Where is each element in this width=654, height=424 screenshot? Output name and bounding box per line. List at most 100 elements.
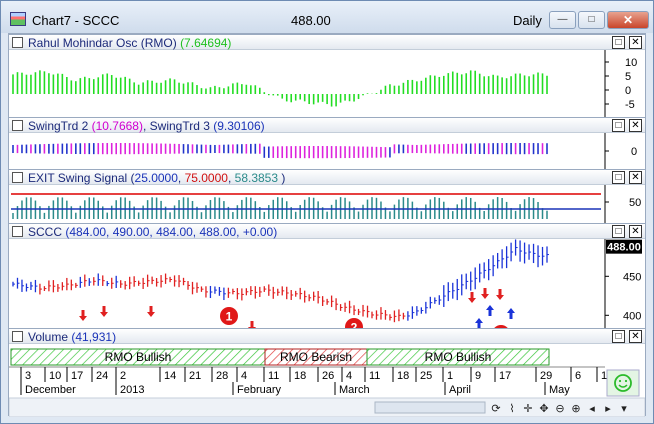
volume-pane-header: Volume (41,931) □ ✕ [9,328,645,344]
buy-arrow-icon [486,305,494,316]
volume-maximize-icon[interactable]: □ [612,330,625,343]
price-close-icon[interactable]: ✕ [629,225,642,238]
rmo-maximize-icon[interactable]: □ [612,36,625,49]
signal-band-bull: RMO Bullish [10,348,266,366]
day-label: 4 [346,370,352,382]
swing-checkbox[interactable] [12,120,23,131]
chart-content: Rahul Mohindar Osc (RMO) (7.64694) □ ✕ 1… [8,33,646,417]
signal-band-label: RMO Bearish [280,350,352,364]
swing-maximize-icon[interactable]: □ [612,119,625,132]
sell-arrow-icon [100,306,108,317]
month-label: February [237,384,282,396]
day-label: 26 [322,370,334,382]
draw-icon[interactable]: ⌇ [509,402,514,415]
price-tick-label: 450 [623,271,641,283]
sell-arrow-icon [248,321,256,328]
buy-arrow-shape [486,305,494,316]
swing-name-2: SwingTrd 3 [149,119,210,133]
exit-maximize-icon[interactable]: □ [612,171,625,184]
swing-pane-header: SwingTrd 2 (10.7668), SwingTrd 3 (9.3010… [9,117,645,133]
signal-marker-label: 2 [351,321,358,329]
rmo-tick-label: 5 [625,71,631,83]
close-button[interactable]: ✕ [607,11,649,29]
last-price: 488.00 [291,13,331,28]
exit-checkbox[interactable] [12,172,23,183]
chart-window: Chart7 - SCCC 488.00 Daily — □ ✕ Rahul M… [0,0,654,424]
sync-icon[interactable]: ⟳ [491,402,500,415]
month-label: April [449,384,471,396]
minimize-button[interactable]: — [549,11,576,29]
signal-band-label: RMO Bullish [425,350,492,364]
day-label: 25 [420,370,432,382]
price-checkbox[interactable] [12,226,23,237]
price-chart[interactable]: 123488.00450400 [9,239,645,328]
smiley-eye [618,379,622,383]
buy-arrow-shape [507,308,515,319]
day-label: 10 [49,370,61,382]
sell-arrow-icon [147,306,155,317]
day-label: 14 [164,370,176,382]
scroll-right-icon[interactable]: ▸ [605,402,611,415]
price-pane-header: SCCC (484.00, 490.00, 484.00, 488.00, +0… [9,223,645,239]
sell-arrow-shape [481,288,489,299]
day-label: 18 [397,370,409,382]
swing-chart[interactable]: 0 [9,133,645,169]
horizontal-scrollbar[interactable] [374,401,486,414]
sell-arrow-shape [100,306,108,317]
price-ohlc: (484.00, 490.00, 484.00, 488.00, +0.00) [65,225,278,239]
rmo-tick-label: 10 [625,57,637,69]
swing-tick-label: 0 [631,146,637,158]
exit-value-1: 25.0000 [134,171,178,185]
month-label: December [25,384,76,396]
title-bar[interactable]: Chart7 - SCCC 488.00 Daily — □ ✕ [1,1,653,33]
swing-close-icon[interactable]: ✕ [629,119,642,132]
day-label: 17 [499,370,511,382]
status-box[interactable] [606,369,640,397]
price-maximize-icon[interactable]: □ [612,225,625,238]
day-label: 2 [120,370,126,382]
exit-chart[interactable]: 50 [9,185,645,223]
day-label: 28 [216,370,228,382]
volume-value: (41,931) [71,330,117,344]
zoom-in-icon[interactable]: ⊕ [571,402,580,415]
menu-arrow-icon[interactable]: ▾ [621,402,627,415]
window-title: Chart7 - SCCC [32,13,120,28]
swing-value-2: (9.30106) [213,119,265,133]
date-axis-area[interactable]: RMO Bullish RMO Bearish RMO Bullish3 10 17 24… [9,344,645,417]
chart-app-icon [10,12,26,26]
price-tick-label: 400 [623,310,641,322]
smiley-icon[interactable] [606,369,640,397]
volume-close-icon[interactable]: ✕ [629,330,642,343]
smiley-eye [624,379,628,383]
rmo-chart[interactable]: 10 5 0 -5 [9,50,645,117]
exit-tick-label: 50 [629,197,641,209]
month-label: 2013 [120,384,144,396]
month-label: March [339,384,370,396]
pan-icon[interactable]: ✥ [539,402,548,415]
sell-arrow-shape [79,310,87,321]
rmo-tick-label: 0 [625,85,631,97]
rmo-close-icon[interactable]: ✕ [629,36,642,49]
period-label[interactable]: Daily [513,13,542,28]
signal-marker-1: 1 [220,307,238,325]
sell-arrow-shape [248,321,256,328]
day-label: 24 [96,370,108,382]
exit-close-icon[interactable]: ✕ [629,171,642,184]
crosshair-icon[interactable]: ✛ [523,402,532,415]
sell-arrow-shape [147,306,155,317]
rmo-checkbox[interactable] [12,37,23,48]
volume-name: Volume [28,330,69,344]
volume-checkbox[interactable] [12,331,23,342]
day-label: 1 [447,370,453,382]
day-label: 3 [25,370,31,382]
day-label: 29 [540,370,552,382]
month-label: May [549,384,570,396]
rmo-name: Rahul Mohindar Osc (RMO) [28,36,177,50]
day-label: 11 [268,370,279,382]
scroll-left-icon[interactable]: ◂ [589,402,595,415]
zoom-out-icon[interactable]: ⊖ [555,402,564,415]
price-name: SCCC [28,225,63,239]
maximize-button[interactable]: □ [578,11,605,29]
sell-arrow-shape [496,289,504,300]
exit-pane-header: EXIT Swing Signal (25.0000, 75.0000, 58.… [9,169,645,185]
